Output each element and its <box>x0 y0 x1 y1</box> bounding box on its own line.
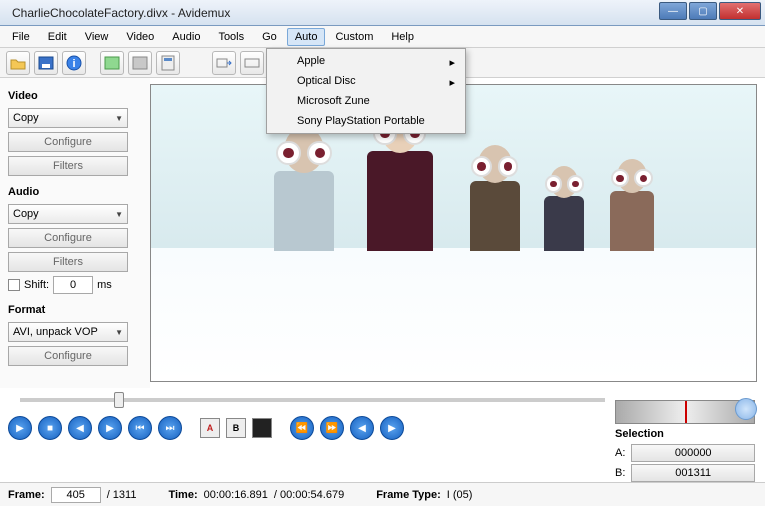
save-icon <box>38 56 54 70</box>
calculator-button[interactable] <box>156 51 180 75</box>
audio-codec-select[interactable]: Copy▼ <box>8 204 128 224</box>
menu-tools[interactable]: Tools <box>210 28 252 46</box>
selection-a-label: A: <box>615 447 625 459</box>
menu-video[interactable]: Video <box>118 28 162 46</box>
folder-open-icon <box>10 56 26 70</box>
disk-icon <box>132 56 148 70</box>
timeline-thumb[interactable] <box>114 392 124 408</box>
chevron-down-icon: ▼ <box>115 114 123 123</box>
audio-shift-row: Shift: 0 ms <box>8 276 142 294</box>
titlebar: CharlieChocolateFactory.divx - Avidemux … <box>0 0 765 26</box>
goto-end-button[interactable]: ⏩ <box>320 416 344 440</box>
sidebar: Video Copy▼ Configure Filters Audio Copy… <box>0 78 150 388</box>
dropdown-item-apple[interactable]: Apple ▸ <box>269 51 463 71</box>
reload-icon <box>244 56 260 70</box>
dropdown-item-optical-disc[interactable]: Optical Disc ▸ <box>269 71 463 91</box>
prev-frame-button[interactable]: ◀ <box>68 416 92 440</box>
menu-edit[interactable]: Edit <box>40 28 75 46</box>
time-label: Time: <box>168 489 197 501</box>
time-current: 00:00:16.891 <box>204 489 268 501</box>
selection-panel: Selection A: 000000 B: 001311 <box>615 400 755 484</box>
selection-b-value[interactable]: 001311 <box>631 464 755 482</box>
selection-b-label: B: <box>615 467 625 479</box>
shift-unit: ms <box>97 279 112 291</box>
audio-configure-button[interactable]: Configure <box>8 228 128 248</box>
append-icon <box>216 56 232 70</box>
black-frame-button[interactable] <box>252 418 272 438</box>
format-configure-button[interactable]: Configure <box>8 346 128 366</box>
dropdown-label: Sony PlayStation Portable <box>297 115 425 127</box>
next-frame-button[interactable]: ▶ <box>98 416 122 440</box>
dropdown-item-microsoft-zune[interactable]: Microsoft Zune <box>269 91 463 111</box>
prev-keyframe-button[interactable]: ⏮ <box>128 416 152 440</box>
menu-go[interactable]: Go <box>254 28 285 46</box>
goto-marker-a-button[interactable]: ◀ <box>350 416 374 440</box>
menu-auto[interactable]: Auto <box>287 28 326 46</box>
open-button[interactable] <box>6 51 30 75</box>
dropdown-label: Apple <box>297 55 325 67</box>
reload-button[interactable] <box>240 51 264 75</box>
calculator-icon <box>161 55 175 71</box>
picture-icon <box>104 56 120 70</box>
audio-heading: Audio <box>8 186 142 198</box>
svg-text:i: i <box>72 58 75 70</box>
menu-help[interactable]: Help <box>383 28 422 46</box>
shift-spinbox[interactable]: 0 <box>53 276 93 294</box>
play-button[interactable]: ▶ <box>8 416 32 440</box>
window-buttons: — ▢ ✕ <box>659 2 761 20</box>
minimize-button[interactable]: — <box>659 2 687 20</box>
menu-file[interactable]: File <box>4 28 38 46</box>
menubar: File Edit View Video Audio Tools Go Auto… <box>0 26 765 48</box>
statusbar: Frame: 405 / 1311 Time: 00:00:16.891 / 0… <box>0 482 765 506</box>
menu-view[interactable]: View <box>77 28 117 46</box>
info-icon: i <box>66 55 82 71</box>
frametype-label: Frame Type: <box>376 489 441 501</box>
maximize-button[interactable]: ▢ <box>689 2 717 20</box>
time-total: / 00:00:54.679 <box>274 489 344 501</box>
dropdown-item-sony-psp[interactable]: Sony PlayStation Portable <box>269 111 463 131</box>
menu-audio[interactable]: Audio <box>164 28 208 46</box>
frametype-value: I (05) <box>447 489 473 501</box>
selection-a-value[interactable]: 000000 <box>631 444 755 462</box>
save-button[interactable] <box>34 51 58 75</box>
shift-checkbox[interactable] <box>8 279 20 291</box>
close-button[interactable]: ✕ <box>719 2 761 20</box>
chevron-down-icon: ▼ <box>115 328 123 337</box>
video-configure-button[interactable]: Configure <box>8 132 128 152</box>
timeline-track[interactable] <box>20 398 605 402</box>
frame-total: / 1311 <box>107 489 137 501</box>
info-button[interactable]: i <box>62 51 86 75</box>
append-button[interactable] <box>212 51 236 75</box>
jog-wheel[interactable] <box>615 400 755 424</box>
format-select[interactable]: AVI, unpack VOP▼ <box>8 322 128 342</box>
dropdown-label: Microsoft Zune <box>297 95 370 107</box>
save-video-button[interactable] <box>128 51 152 75</box>
submenu-arrow-icon: ▸ <box>449 76 455 89</box>
format-heading: Format <box>8 304 142 316</box>
frame-current-input[interactable]: 405 <box>51 487 101 503</box>
save-image-button[interactable] <box>100 51 124 75</box>
set-marker-b-button[interactable]: B <box>226 418 246 438</box>
video-filters-button[interactable]: Filters <box>8 156 128 176</box>
chevron-down-icon: ▼ <box>115 210 123 219</box>
shift-label: Shift: <box>24 279 49 291</box>
audio-filters-button[interactable]: Filters <box>8 252 128 272</box>
menu-custom[interactable]: Custom <box>327 28 381 46</box>
auto-dropdown: Apple ▸ Optical Disc ▸ Microsoft Zune Sony… <box>266 48 466 134</box>
video-codec-select[interactable]: Copy▼ <box>8 108 128 128</box>
video-heading: Video <box>8 90 142 102</box>
goto-start-button[interactable]: ⏪ <box>290 416 314 440</box>
goto-marker-b-button[interactable]: ▶ <box>380 416 404 440</box>
set-marker-a-button[interactable]: A <box>200 418 220 438</box>
next-keyframe-button[interactable]: ⏭ <box>158 416 182 440</box>
window-title: CharlieChocolateFactory.divx - Avidemux <box>12 6 230 20</box>
dropdown-label: Optical Disc <box>297 75 356 87</box>
selection-heading: Selection <box>615 428 755 440</box>
frame-label: Frame: <box>8 489 45 501</box>
jog-reset-button[interactable] <box>735 398 757 420</box>
stop-button[interactable]: ■ <box>38 416 62 440</box>
submenu-arrow-icon: ▸ <box>449 56 455 69</box>
